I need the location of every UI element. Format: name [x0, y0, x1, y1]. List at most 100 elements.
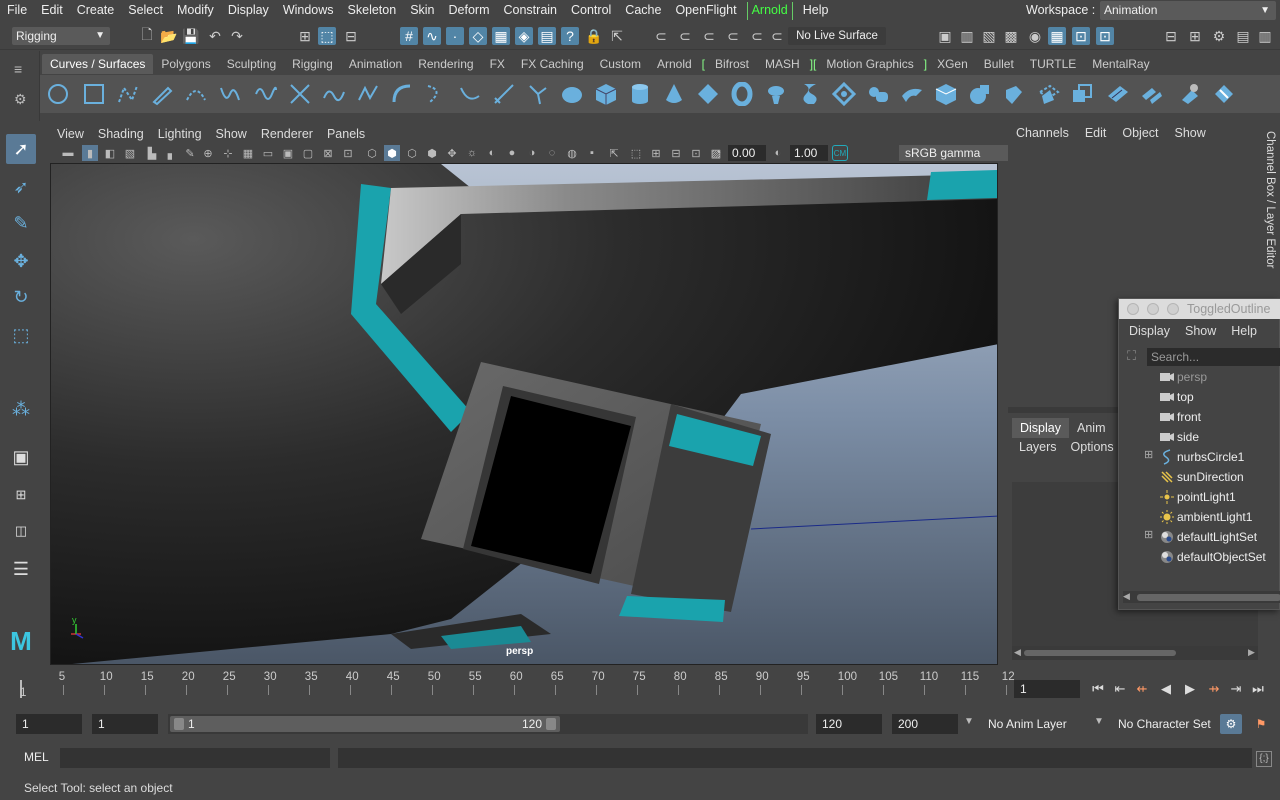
help-icon[interactable]: ?: [561, 27, 579, 45]
safe-action-icon[interactable]: ⊠: [320, 145, 336, 161]
outliner-titlebar[interactable]: ToggledOutline: [1119, 299, 1280, 319]
step-back-frame-icon[interactable]: ⇷: [1132, 680, 1152, 698]
loft-icon[interactable]: [796, 80, 824, 108]
tab-animation[interactable]: Animation: [341, 54, 410, 74]
four-view-layout-icon[interactable]: ⊞: [6, 480, 36, 510]
gate-icon[interactable]: ⊕: [200, 145, 216, 161]
cv-curve-icon[interactable]: [114, 80, 142, 108]
attribute-editor-icon[interactable]: ⊞: [1186, 27, 1204, 45]
tab-rigging[interactable]: Rigging: [284, 54, 341, 74]
revolve-icon[interactable]: [762, 80, 790, 108]
lasso-tool-icon[interactable]: ➶: [6, 172, 36, 202]
script-editor-icon[interactable]: {;}: [1256, 751, 1272, 767]
anim-layer-select[interactable]: No Anim Layer: [982, 714, 1082, 734]
textured-icon[interactable]: ⬢: [424, 145, 440, 161]
camera-attributes-icon[interactable]: ▮: [82, 145, 98, 161]
resolution-gate-icon[interactable]: ▭: [260, 145, 276, 161]
menu-select[interactable]: Select: [121, 0, 170, 22]
menu-arnold[interactable]: Arnold: [746, 2, 793, 20]
range-end-handle[interactable]: [546, 718, 556, 730]
snap-magnet-6-icon[interactable]: ⊂: [768, 27, 786, 45]
menu-skin[interactable]: Skin: [403, 0, 441, 22]
ol-menu-display[interactable]: Display: [1119, 321, 1175, 341]
2d-pan-icon[interactable]: ▖: [164, 145, 180, 161]
nurbs-plane-icon[interactable]: [694, 80, 722, 108]
scroll-thumb[interactable]: [1024, 650, 1176, 656]
step-forward-key-icon[interactable]: ⇥: [1226, 680, 1246, 698]
attach-curve-icon[interactable]: [524, 80, 552, 108]
snap-point-icon[interactable]: ·: [446, 27, 464, 45]
undo-icon[interactable]: ↶: [206, 27, 224, 45]
xray-components-icon[interactable]: ⊞: [648, 145, 664, 161]
nurbs-circle-icon[interactable]: [44, 80, 72, 108]
save-scene-icon[interactable]: 💾: [182, 27, 200, 45]
outliner-item[interactable]: top: [1119, 387, 1280, 407]
two-view-layout-icon[interactable]: ◫: [6, 516, 36, 546]
surface-editing-icon[interactable]: [1210, 80, 1238, 108]
animation-start-field[interactable]: 1: [16, 714, 82, 734]
boundary-icon[interactable]: [932, 80, 960, 108]
menu-display[interactable]: Display: [221, 0, 276, 22]
render-icon[interactable]: ▤: [538, 27, 556, 45]
close-icon[interactable]: [1127, 303, 1139, 315]
trim-icon[interactable]: [1034, 80, 1062, 108]
loft-curve-icon[interactable]: [422, 80, 450, 108]
tab-turtle[interactable]: TURTLE: [1022, 54, 1084, 74]
menu-create[interactable]: Create: [70, 0, 122, 22]
wireframe-on-shaded-icon[interactable]: ⬡: [404, 145, 420, 161]
nurbs-cube-icon[interactable]: [592, 80, 620, 108]
snap-magnet-3-icon[interactable]: ⊂: [700, 27, 718, 45]
gamma-field[interactable]: 1.00: [790, 145, 828, 161]
tab-mash[interactable]: MASH: [757, 54, 808, 74]
render-settings-icon[interactable]: ▩: [1002, 27, 1020, 45]
exposure-field[interactable]: 0.00: [728, 145, 766, 161]
menu-set-select[interactable]: Rigging ▼: [12, 27, 110, 45]
pick-walk-icon[interactable]: ⇱: [608, 27, 626, 45]
select-object-icon[interactable]: ⬚: [318, 27, 336, 45]
current-frame-field[interactable]: 1: [1014, 680, 1080, 698]
snap-plane-icon[interactable]: ◇: [469, 27, 487, 45]
command-input[interactable]: [60, 748, 330, 768]
lock-icon[interactable]: 🔒: [585, 27, 603, 45]
tab-xgen[interactable]: XGen: [929, 54, 976, 74]
menu-file[interactable]: File: [0, 0, 34, 22]
cb-menu-channels[interactable]: Channels: [1008, 126, 1077, 140]
checker-icon[interactable]: ✥: [444, 145, 460, 161]
menu-windows[interactable]: Windows: [276, 0, 341, 22]
use-lights-icon[interactable]: ☼: [464, 145, 480, 161]
sculpt-geometry-icon[interactable]: [1176, 80, 1204, 108]
animation-end-field[interactable]: 200: [892, 714, 958, 734]
snap-magnet-4-icon[interactable]: ⊂: [724, 27, 742, 45]
outliner-item[interactable]: ⊞ nurbsCircle1: [1119, 447, 1280, 467]
snap-curve-icon[interactable]: ∿: [423, 27, 441, 45]
menu-cache[interactable]: Cache: [618, 0, 668, 22]
snap-magnet-5-icon[interactable]: ⊂: [748, 27, 766, 45]
tab-arnold[interactable]: Arnold: [649, 54, 700, 74]
nurbs-torus-icon[interactable]: [728, 80, 756, 108]
step-back-key-icon[interactable]: ⇤: [1110, 680, 1130, 698]
project-curve-icon[interactable]: [490, 80, 518, 108]
filter-icon[interactable]: ⛶: [1127, 348, 1143, 364]
menu-edit[interactable]: Edit: [34, 0, 70, 22]
open-scene-icon[interactable]: 📂: [160, 27, 178, 45]
soft-select-icon[interactable]: ⁂: [6, 394, 36, 424]
new-scene-icon[interactable]: 🗋: [138, 26, 156, 45]
layer-menu-layers[interactable]: Layers: [1012, 438, 1064, 456]
range-slider[interactable]: 1 120: [168, 714, 808, 734]
anti-aliasing-icon[interactable]: ◌: [544, 145, 560, 161]
shelf-settings-icon[interactable]: ⚙: [14, 91, 27, 108]
depth-of-field-icon[interactable]: ◍: [564, 145, 580, 161]
shelf-menu-icon[interactable]: ≡: [14, 61, 22, 77]
expand-icon[interactable]: ⊞: [1144, 450, 1154, 461]
auto-key-icon[interactable]: ⚙: [1220, 714, 1242, 734]
detach-surface-icon[interactable]: [1138, 80, 1166, 108]
hypershade-icon[interactable]: ◉: [1026, 27, 1044, 45]
maximize-icon[interactable]: [1167, 303, 1179, 315]
untrim-icon[interactable]: [1068, 80, 1096, 108]
outliner-item[interactable]: persp: [1119, 367, 1280, 387]
toggle-panel-2-icon[interactable]: ⊡: [1096, 27, 1114, 45]
extrude-icon[interactable]: [864, 80, 892, 108]
film-gate-icon[interactable]: ▦: [240, 145, 256, 161]
bevel-icon[interactable]: [1000, 80, 1028, 108]
outliner-item[interactable]: side: [1119, 427, 1280, 447]
